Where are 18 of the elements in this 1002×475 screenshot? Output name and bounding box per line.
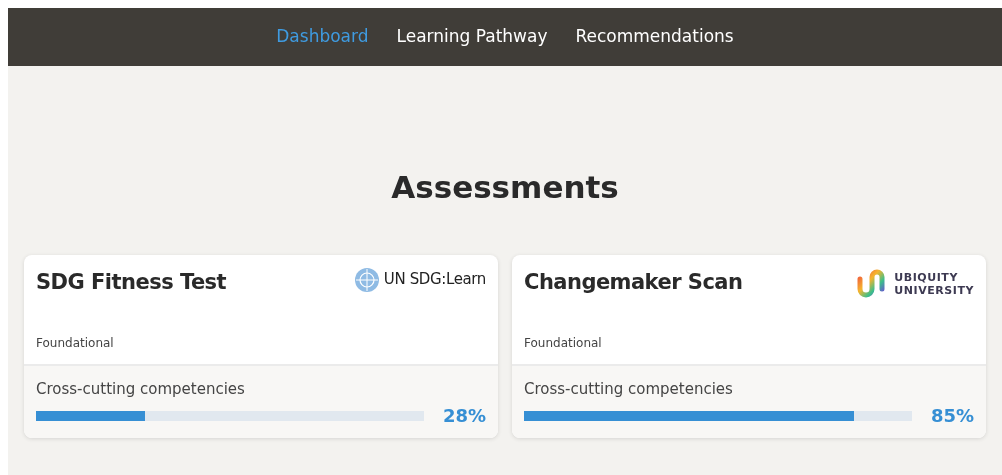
page-heading: Assessments [391, 168, 619, 207]
logo-text: UN SDG:Learn [383, 269, 486, 291]
nav-link[interactable]: Recommendations [575, 24, 734, 50]
percent-value: 28% [441, 404, 486, 428]
card-title: SDG Fitness Test [36, 268, 227, 296]
percent-value: 85% [929, 404, 974, 428]
nav-link[interactable]: Learning Pathway [396, 24, 548, 50]
assessment-card[interactable]: Changemaker Scan UBIQUITY UNIVERSITY Foundational Cross-cutting competencies 85% [512, 254, 986, 438]
level-label: Foundational [524, 334, 603, 352]
logo-text: UBIQUITY [894, 270, 959, 284]
assessment-card[interactable]: SDG Fitness Test UN SDG:Learn Foundational Cross-cutting competencies 28% [24, 254, 498, 438]
metric-label: Cross-cutting competencies [36, 378, 246, 400]
level-label: Foundational [36, 334, 115, 352]
card-title: Changemaker Scan [524, 268, 743, 296]
nav-link[interactable]: Dashboard [276, 24, 369, 50]
globe-icon [353, 266, 380, 293]
logo-text: UNIVERSITY [894, 283, 974, 297]
metric-label: Cross-cutting competencies [524, 378, 734, 400]
